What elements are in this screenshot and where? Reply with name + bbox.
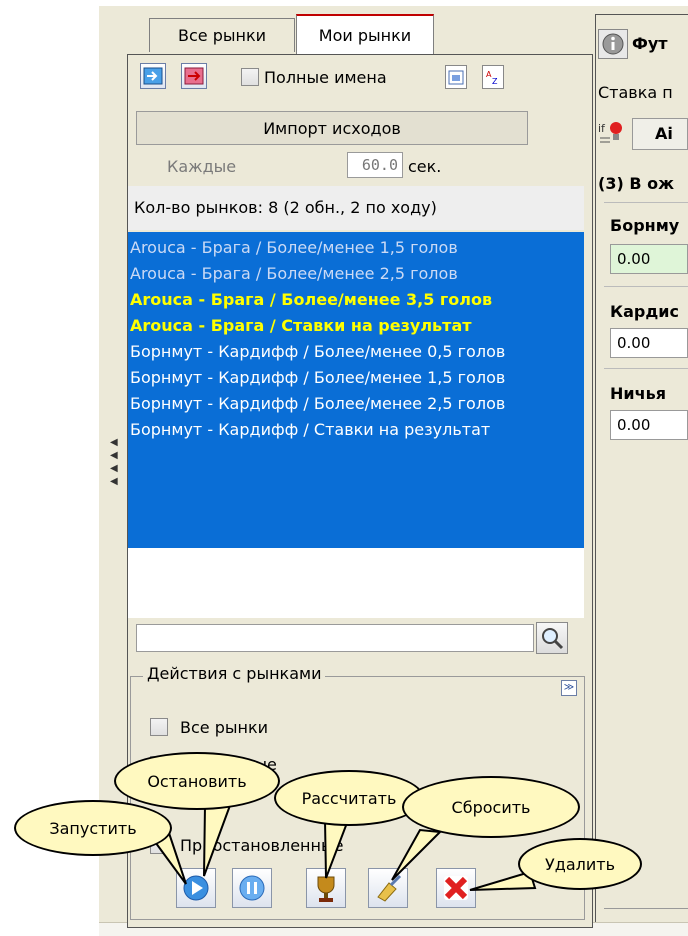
callout-stop: Остановить [114, 752, 280, 810]
callout-calculate: Рассчитать [274, 770, 424, 826]
callout-start: Запустить [14, 800, 172, 856]
callout-reset: Сбросить [402, 776, 580, 838]
callout-delete: Удалить [518, 838, 642, 890]
